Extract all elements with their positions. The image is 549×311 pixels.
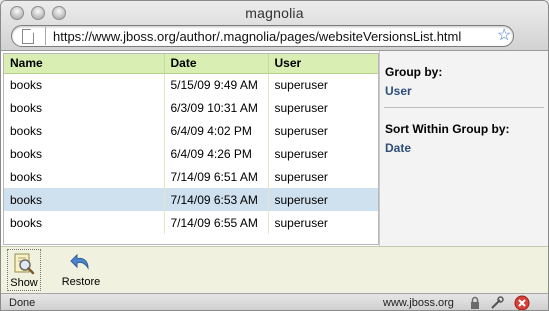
- cell-name: books: [4, 211, 165, 234]
- restore-arrow-icon: [70, 253, 89, 270]
- address-divider: [45, 27, 46, 45]
- stop-icon[interactable]: [514, 295, 530, 311]
- restore-button[interactable]: Restore: [59, 249, 103, 291]
- status-text: Done: [9, 297, 36, 309]
- bookmark-star-icon[interactable]: ☆: [497, 27, 511, 45]
- cell-name: books: [4, 188, 165, 211]
- content-area: Name Date User books 5/15/09 9:49 AM sup…: [1, 51, 548, 246]
- group-by-value[interactable]: User: [385, 84, 412, 98]
- show-button-label: Show: [10, 277, 38, 289]
- cell-date: 7/14/09 6:55 AM: [164, 211, 269, 234]
- address-bar[interactable]: https://www.jboss.org/author/.magnolia/p…: [11, 25, 514, 47]
- column-header-user[interactable]: User: [268, 54, 378, 74]
- grouping-panel: Group by: User Sort Within Group by: Dat…: [379, 51, 548, 246]
- cell-name: books: [4, 119, 165, 142]
- browser-window: magnolia https://www.jboss.org/author/.m…: [0, 0, 549, 311]
- status-bar: Done www.jboss.org: [1, 293, 548, 311]
- cell-user: superuser: [268, 142, 378, 165]
- cell-name: books: [4, 73, 165, 96]
- status-host: www.jboss.org: [383, 297, 454, 309]
- table-row[interactable]: books 7/14/09 6:51 AM superuser: [4, 165, 378, 188]
- table-row[interactable]: books 5/15/09 9:49 AM superuser: [4, 73, 378, 96]
- show-button[interactable]: Show: [7, 249, 41, 291]
- table-row[interactable]: books 6/4/09 4:02 PM superuser: [4, 119, 378, 142]
- table-row[interactable]: books 6/3/09 10:31 AM superuser: [4, 96, 378, 119]
- cell-date: 7/14/09 6:53 AM: [164, 188, 269, 211]
- cell-name: books: [4, 165, 165, 188]
- column-header-date[interactable]: Date: [164, 54, 269, 74]
- sort-within-group-label: Sort Within Group by:: [385, 122, 510, 136]
- versions-table: Name Date User books 5/15/09 9:49 AM sup…: [3, 53, 379, 245]
- table-header-row: Name Date User: [4, 54, 378, 74]
- address-url[interactable]: https://www.jboss.org/author/.magnolia/p…: [53, 29, 461, 44]
- sort-within-group-value[interactable]: Date: [385, 141, 411, 155]
- title-bar: magnolia https://www.jboss.org/author/.m…: [1, 1, 548, 51]
- show-magnifier-icon: [14, 253, 35, 275]
- panel-divider: [384, 107, 544, 108]
- restore-button-label: Restore: [61, 276, 101, 288]
- table-row[interactable]: books 6/4/09 4:26 PM superuser: [4, 142, 378, 165]
- column-header-name[interactable]: Name: [4, 54, 165, 74]
- cell-date: 6/3/09 10:31 AM: [164, 96, 269, 119]
- cell-date: 5/15/09 9:49 AM: [164, 73, 269, 96]
- page-icon: [22, 29, 34, 44]
- cell-user: superuser: [268, 165, 378, 188]
- action-toolbar: Show Restore: [1, 246, 548, 293]
- cell-user: superuser: [268, 96, 378, 119]
- table-row-selected[interactable]: books 7/14/09 6:53 AM superuser: [4, 188, 378, 211]
- cell-user: superuser: [268, 73, 378, 96]
- table-row[interactable]: books 7/14/09 6:55 AM superuser: [4, 211, 378, 234]
- cell-name: books: [4, 142, 165, 165]
- cell-name: books: [4, 96, 165, 119]
- cell-date: 6/4/09 4:02 PM: [164, 119, 269, 142]
- cell-user: superuser: [268, 119, 378, 142]
- cell-date: 7/14/09 6:51 AM: [164, 165, 269, 188]
- tools-icon[interactable]: [490, 296, 504, 310]
- cell-user: superuser: [268, 211, 378, 234]
- group-by-label: Group by:: [385, 65, 443, 79]
- cell-user: superuser: [268, 188, 378, 211]
- cell-date: 6/4/09 4:26 PM: [164, 142, 269, 165]
- lock-icon[interactable]: [468, 296, 482, 310]
- window-title: magnolia: [245, 5, 304, 21]
